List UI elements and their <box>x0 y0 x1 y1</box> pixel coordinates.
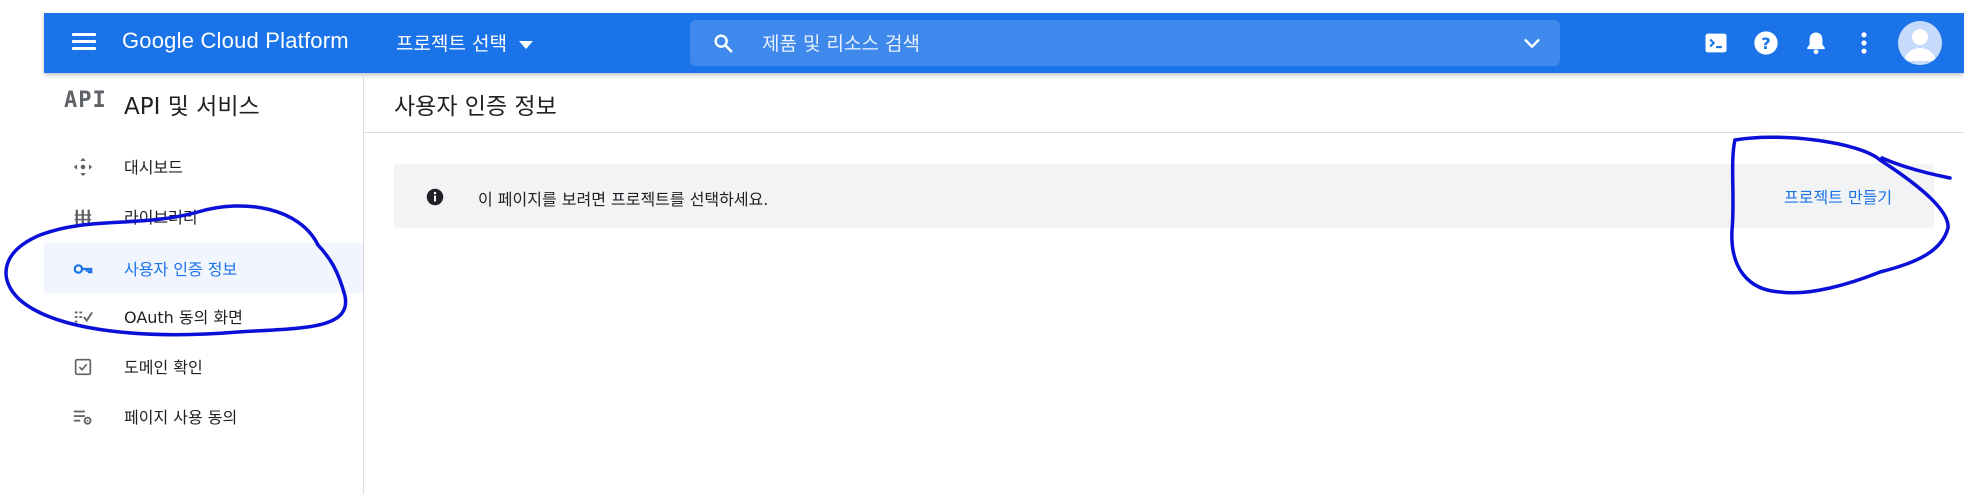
sidebar-header: API API 및 서비스 <box>44 73 363 129</box>
settings-list-icon <box>73 410 92 425</box>
key-icon <box>73 264 93 274</box>
caret-down-icon <box>518 40 533 49</box>
info-banner: 이 페이지를 보려면 프로젝트를 선택하세요. 프로젝트 만들기 <box>394 164 1934 228</box>
sidebar-item-credentials[interactable]: 사용자 인증 정보 <box>44 243 363 293</box>
sidebar-item-label: 사용자 인증 정보 <box>124 260 238 279</box>
cloud-shell-icon[interactable] <box>1702 29 1730 57</box>
banner-message: 이 페이지를 보려면 프로젝트를 선택하세요. <box>478 190 769 209</box>
more-vert-icon[interactable] <box>1850 29 1878 57</box>
consent-icon <box>74 311 93 323</box>
menu-icon[interactable] <box>70 29 98 57</box>
sidebar-item-page-usage-agreements[interactable]: 페이지 사용 동의 <box>44 391 363 441</box>
search-bar[interactable] <box>690 20 1560 66</box>
sidebar-item-oauth-consent[interactable]: OAuth 동의 화면 <box>44 291 363 341</box>
sidebar: API API 및 서비스 대시보드 라이브러리 사용자 인증 정보 OAuth… <box>44 73 364 494</box>
search-icon <box>714 34 733 53</box>
top-app-bar: Google Cloud Platform 프로젝트 선택 ? <box>44 13 1964 73</box>
api-icon: API <box>64 88 107 113</box>
sidebar-item-dashboard[interactable]: 대시보드 <box>44 141 363 191</box>
notifications-icon[interactable] <box>1802 29 1830 57</box>
checkbox-icon <box>74 358 92 376</box>
sidebar-item-label: 페이지 사용 동의 <box>124 408 238 427</box>
divider <box>364 132 1964 133</box>
sidebar-title: API 및 서비스 <box>124 94 260 120</box>
account-icon <box>1904 29 1936 61</box>
sidebar-item-label: 도메인 확인 <box>124 358 203 377</box>
sidebar-item-label: 대시보드 <box>124 158 183 177</box>
svg-text:?: ? <box>1761 34 1770 53</box>
help-icon[interactable]: ? <box>1752 29 1780 57</box>
sidebar-item-domain-verification[interactable]: 도메인 확인 <box>44 341 363 391</box>
sidebar-item-library[interactable]: 라이브러리 <box>44 191 363 241</box>
project-selector[interactable]: 프로젝트 선택 <box>396 29 533 57</box>
app-logo[interactable]: Google Cloud Platform <box>122 28 349 54</box>
create-project-button[interactable]: 프로젝트 만들기 <box>1784 184 1892 208</box>
page-title: 사용자 인증 정보 <box>394 94 557 120</box>
dashboard-icon <box>73 157 93 177</box>
sidebar-item-label: 라이브러리 <box>124 208 198 227</box>
chevron-down-icon[interactable] <box>1520 32 1544 54</box>
info-icon <box>426 188 444 206</box>
search-input[interactable] <box>760 26 1484 62</box>
sidebar-item-label: OAuth 동의 화면 <box>124 308 243 327</box>
library-icon <box>74 209 92 225</box>
account-avatar[interactable] <box>1898 21 1942 65</box>
project-selector-label: 프로젝트 선택 <box>396 33 507 55</box>
